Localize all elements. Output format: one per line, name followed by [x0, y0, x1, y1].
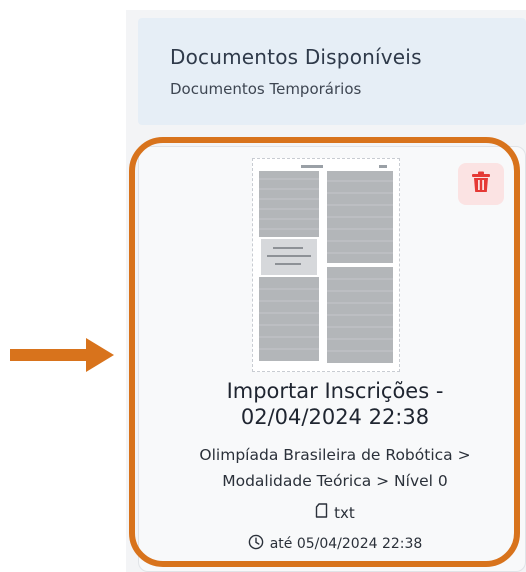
document-type: txt — [150, 503, 520, 522]
trash-icon — [471, 171, 491, 197]
document-expiry: até 05/04/2024 22:38 — [150, 534, 520, 554]
document-title-line2: 02/04/2024 22:38 — [240, 405, 430, 429]
clock-icon — [248, 534, 264, 554]
document-title-line1: Importar Inscrições - — [226, 379, 444, 403]
document-path-line2: Modalidade Teórica > Nível 0 — [222, 472, 448, 490]
file-icon — [315, 503, 328, 522]
page-subtitle: Documentos Temporários — [170, 80, 362, 98]
document-path: Olimpíada Brasileira de Robótica > Modal… — [150, 442, 520, 494]
pointer-arrow-icon — [10, 338, 114, 376]
delete-button[interactable] — [458, 163, 504, 205]
documents-header: Documentos Disponíveis Documentos Tempor… — [138, 18, 526, 125]
document-title: Importar Inscrições - 02/04/2024 22:38 — [150, 378, 520, 430]
document-path-line1: Olimpíada Brasileira de Robótica > — [199, 446, 471, 464]
page-title: Documentos Disponíveis — [170, 45, 422, 69]
expiry-label: até 05/04/2024 22:38 — [269, 536, 423, 552]
document-thumbnail[interactable] — [252, 158, 400, 372]
file-type-label: txt — [334, 503, 355, 522]
